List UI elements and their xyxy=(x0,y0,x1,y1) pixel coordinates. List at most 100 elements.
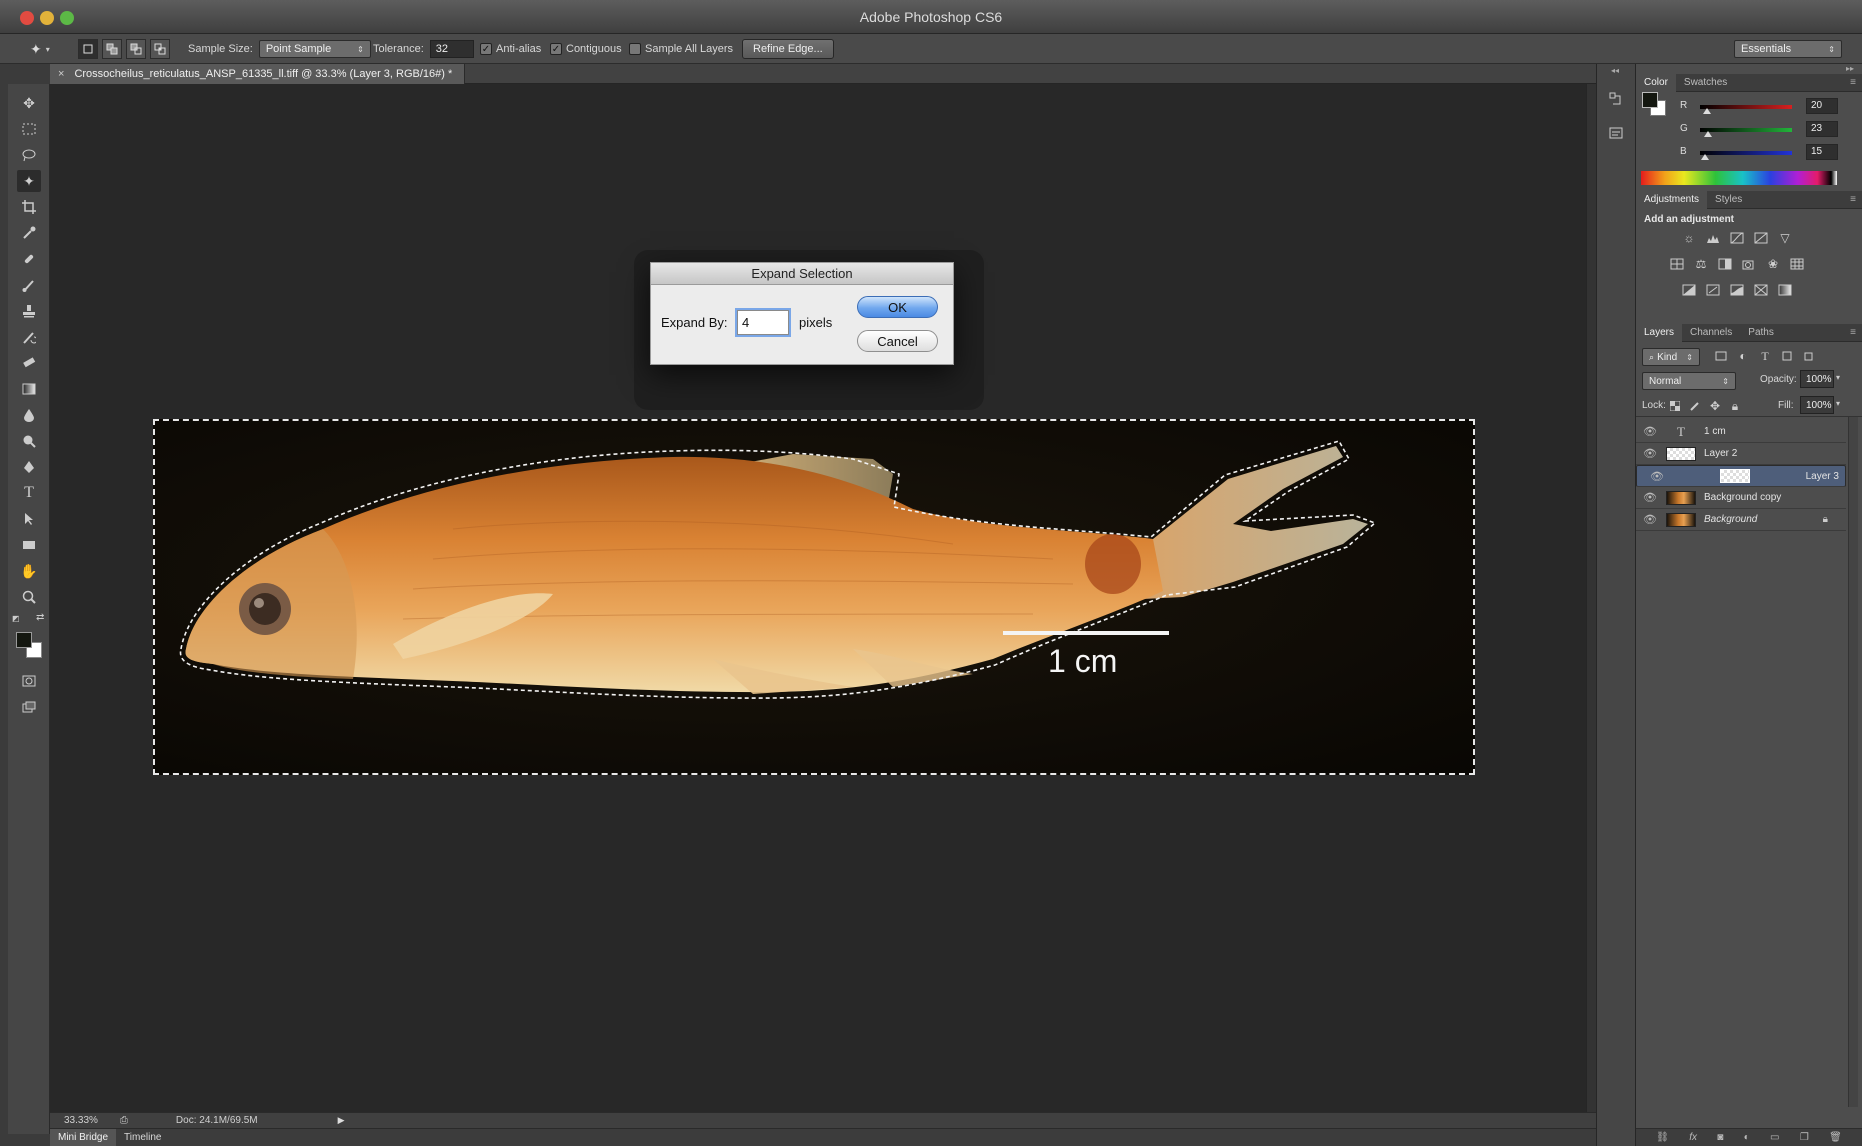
fill-dropdown-icon[interactable]: ▾ xyxy=(1836,399,1840,408)
levels-icon[interactable] xyxy=(1704,230,1722,246)
anti-alias-checkbox[interactable]: ✓ Anti-alias xyxy=(480,34,541,64)
intersect-selection-icon[interactable] xyxy=(150,39,170,59)
hand-tool-icon[interactable]: ✋ xyxy=(17,560,41,582)
color-spectrum-ramp[interactable] xyxy=(1641,171,1837,185)
green-value[interactable]: 23 xyxy=(1806,121,1838,137)
layer-row[interactable]: 👁︎ T 1 cm xyxy=(1636,421,1846,443)
delete-layer-icon[interactable]: 🗑︎ xyxy=(1829,1132,1842,1143)
tool-preset-picker[interactable]: ✦ ▾ xyxy=(30,34,50,64)
red-value[interactable]: 20 xyxy=(1806,98,1838,114)
fill-input[interactable]: 100% xyxy=(1800,396,1834,414)
foreground-color-swatch[interactable] xyxy=(16,632,32,648)
magic-wand-tool-icon[interactable]: ✦ xyxy=(17,170,41,192)
tab-mini-bridge[interactable]: Mini Bridge xyxy=(50,1128,117,1146)
visibility-eye-icon[interactable]: 👁︎ xyxy=(1640,491,1660,504)
healing-brush-tool-icon[interactable] xyxy=(17,248,41,270)
green-thumb-icon[interactable] xyxy=(1704,131,1713,137)
sample-all-layers-checkbox[interactable]: Sample All Layers xyxy=(629,34,733,64)
screen-mode-icon[interactable] xyxy=(17,696,41,718)
color-lookup-icon[interactable] xyxy=(1788,256,1806,272)
filter-smart-object-icon[interactable] xyxy=(1800,348,1818,364)
blue-slider[interactable]: B 15 xyxy=(1680,144,1856,162)
visibility-eye-icon[interactable]: 👁︎ xyxy=(1640,513,1660,526)
filter-shape-icon[interactable] xyxy=(1778,348,1796,364)
status-menu-arrow-icon[interactable]: ▶ xyxy=(338,1115,345,1126)
eraser-tool-icon[interactable] xyxy=(17,352,41,374)
ok-button[interactable]: OK xyxy=(857,296,938,318)
panel-menu-icon[interactable]: ≡ xyxy=(1850,194,1856,205)
new-selection-icon[interactable] xyxy=(78,39,98,59)
new-group-icon[interactable]: ▭ xyxy=(1770,1132,1779,1143)
tab-styles[interactable]: Styles xyxy=(1707,191,1750,209)
new-adjustment-layer-icon[interactable]: ◐ xyxy=(1744,1132,1750,1143)
expand-by-input[interactable] xyxy=(737,310,789,335)
opacity-dropdown-icon[interactable]: ▾ xyxy=(1836,373,1840,382)
layer-filter-kind-select[interactable]: ⌕ Kind ⇕ xyxy=(1642,348,1700,366)
tolerance-input[interactable]: 32 xyxy=(429,40,474,58)
visibility-eye-icon[interactable]: 👁︎ xyxy=(1640,447,1660,460)
path-selection-tool-icon[interactable] xyxy=(17,508,41,530)
close-icon[interactable]: × xyxy=(58,68,64,80)
rectangle-shape-tool-icon[interactable] xyxy=(17,534,41,556)
tab-timeline[interactable]: Timeline xyxy=(116,1129,169,1146)
green-track[interactable] xyxy=(1700,128,1792,132)
properties-panel-icon[interactable] xyxy=(1605,122,1627,144)
collapse-dock-icon[interactable]: ◂◂ xyxy=(1611,66,1619,75)
crop-tool-icon[interactable] xyxy=(17,196,41,218)
contiguous-checkbox[interactable]: ✓ Contiguous xyxy=(550,34,622,64)
layer-row-selected[interactable]: 👁︎ Layer 3 xyxy=(1636,465,1846,487)
layer-row[interactable]: 👁︎ Layer 2 xyxy=(1636,443,1846,465)
default-colors-icon[interactable]: ◩ xyxy=(12,614,22,624)
panel-menu-icon[interactable]: ≡ xyxy=(1850,327,1856,338)
panel-menu-icon[interactable]: ≡ xyxy=(1850,77,1856,88)
new-layer-icon[interactable]: ❐ xyxy=(1800,1132,1809,1143)
clone-stamp-tool-icon[interactable] xyxy=(17,300,41,322)
layer-style-fx-icon[interactable]: fx xyxy=(1689,1132,1697,1143)
rectangular-marquee-tool-icon[interactable] xyxy=(17,118,41,140)
exposure-icon[interactable] xyxy=(1752,230,1770,246)
zoom-tool-icon[interactable] xyxy=(17,586,41,608)
curves-icon[interactable] xyxy=(1728,230,1746,246)
layer-row[interactable]: 👁︎ Background copy xyxy=(1636,487,1846,509)
add-mask-icon[interactable]: ◙ xyxy=(1717,1132,1723,1143)
red-track[interactable] xyxy=(1700,105,1792,109)
subtract-from-selection-icon[interactable] xyxy=(126,39,146,59)
blue-thumb-icon[interactable] xyxy=(1701,154,1710,160)
move-tool-icon[interactable]: ✥ xyxy=(17,92,41,114)
blur-tool-icon[interactable] xyxy=(17,404,41,426)
layer-row[interactable]: 👁︎ Background 🔒︎ xyxy=(1636,509,1846,531)
filter-type-icon[interactable]: T xyxy=(1756,348,1774,364)
pen-tool-icon[interactable] xyxy=(17,456,41,478)
gradient-map-icon[interactable] xyxy=(1776,282,1794,298)
visibility-eye-icon[interactable]: 👁︎ xyxy=(1647,470,1667,483)
black-white-icon[interactable] xyxy=(1716,256,1734,272)
gradient-tool-icon[interactable] xyxy=(17,378,41,400)
fg-color-chip[interactable] xyxy=(1642,92,1658,108)
eyedropper-tool-icon[interactable] xyxy=(17,222,41,244)
layers-scrollbar[interactable] xyxy=(1848,417,1858,1107)
history-brush-tool-icon[interactable] xyxy=(17,326,41,348)
blend-mode-select[interactable]: Normal ⇕ xyxy=(1642,372,1736,390)
lock-transparent-pixels-icon[interactable] xyxy=(1666,398,1684,414)
quick-mask-icon[interactable] xyxy=(17,670,41,692)
tab-layers[interactable]: Layers xyxy=(1636,323,1683,342)
vertical-scrollbar[interactable] xyxy=(1586,84,1596,1112)
vibrance-icon[interactable]: ▽ xyxy=(1776,230,1794,246)
panel-collapse-icon[interactable]: ▸▸ xyxy=(1846,64,1854,73)
brightness-contrast-icon[interactable]: ☼ xyxy=(1680,230,1698,246)
brush-tool-icon[interactable] xyxy=(17,274,41,296)
tab-adjustments[interactable]: Adjustments xyxy=(1636,190,1708,209)
document-tab[interactable]: × Crossocheilus_reticulatus_ANSP_61335_l… xyxy=(50,64,466,84)
tab-swatches[interactable]: Swatches xyxy=(1676,74,1735,92)
lasso-tool-icon[interactable] xyxy=(17,144,41,166)
photo-filter-icon[interactable] xyxy=(1740,256,1758,272)
sample-size-select[interactable]: Point Sample ⇕ xyxy=(258,40,371,58)
green-slider[interactable]: G 23 xyxy=(1680,121,1856,139)
visibility-eye-icon[interactable]: 👁︎ xyxy=(1640,425,1660,438)
red-slider[interactable]: R 20 xyxy=(1680,98,1856,116)
channel-mixer-icon[interactable]: ❀ xyxy=(1764,256,1782,272)
lock-all-icon[interactable]: 🔒︎ xyxy=(1726,398,1744,414)
link-layers-icon[interactable]: ⛓ xyxy=(1656,1132,1669,1143)
invert-icon[interactable] xyxy=(1680,282,1698,298)
swap-colors-icon[interactable]: ⇄ xyxy=(36,612,44,623)
